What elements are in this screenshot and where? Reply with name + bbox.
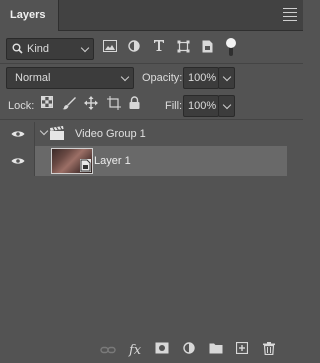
filter-kind-select[interactable]: Kind <box>6 38 94 60</box>
visibility-toggle[interactable] <box>0 146 35 176</box>
pixel-filter-icon[interactable] <box>103 40 119 56</box>
opacity-dropdown-button[interactable] <box>218 67 235 89</box>
chevron-down-icon <box>222 100 232 110</box>
smart-object-icon <box>80 159 91 172</box>
adjustment-layer-icon[interactable] <box>183 342 199 358</box>
opacity-field[interactable]: 100% <box>183 67 219 89</box>
lock-image-icon[interactable] <box>62 96 78 112</box>
lock-position-icon[interactable] <box>84 96 100 112</box>
chevron-down-icon <box>222 72 232 82</box>
adjustment-filter-icon[interactable] <box>128 40 144 56</box>
eye-icon <box>11 130 25 138</box>
layer-style-icon[interactable]: fx <box>129 343 145 359</box>
shape-filter-icon[interactable] <box>177 40 193 56</box>
lock-artboard-icon[interactable] <box>107 96 123 112</box>
layer-name: Video Group 1 <box>75 128 146 140</box>
fill-label: Fill: <box>165 100 183 112</box>
video-group-icon <box>49 126 65 140</box>
tab-layers[interactable]: Layers <box>0 0 59 31</box>
layer-row-layer-1[interactable]: Layer 1 <box>0 146 303 176</box>
search-icon <box>12 43 23 54</box>
new-group-icon[interactable] <box>209 342 225 358</box>
eye-icon <box>11 157 25 165</box>
opacity-label: Opacity: <box>142 72 183 84</box>
chevron-down-icon <box>80 43 90 53</box>
lock-transparent-icon[interactable] <box>41 96 57 112</box>
layers-panel: Layers Kind Normal Opacity: 100% Lock: F… <box>0 0 303 363</box>
panel-menu-icon[interactable] <box>283 8 297 21</box>
chevron-down-icon <box>120 72 130 82</box>
panel-tab-bar: Layers <box>0 0 303 31</box>
visibility-toggle[interactable] <box>0 122 35 146</box>
tab-layers-label: Layers <box>10 9 46 21</box>
layer-row-video-group[interactable]: Video Group 1 <box>0 122 303 146</box>
lock-all-icon[interactable] <box>129 96 145 112</box>
filter-row: Kind <box>0 36 303 62</box>
fill-dropdown-button[interactable] <box>218 95 235 117</box>
divider <box>0 63 303 64</box>
layer-thumbnail <box>51 148 93 174</box>
filter-toggle[interactable] <box>226 38 236 58</box>
add-mask-icon[interactable] <box>155 342 171 358</box>
filter-kind-label: Kind <box>27 43 50 55</box>
new-layer-icon[interactable] <box>236 342 252 358</box>
link-layers-icon[interactable] <box>100 342 116 358</box>
layer-name: Layer 1 <box>94 155 131 167</box>
lock-label: Lock: <box>8 100 35 112</box>
fill-field[interactable]: 100% <box>183 95 219 117</box>
expand-chevron-icon[interactable] <box>39 126 49 136</box>
blend-mode-select[interactable]: Normal <box>6 67 134 89</box>
fill-value: 100% <box>188 100 217 112</box>
blend-mode-value: Normal <box>15 72 51 84</box>
delete-layer-icon[interactable] <box>263 342 279 358</box>
smart-object-filter-icon[interactable] <box>202 40 218 56</box>
type-filter-icon[interactable] <box>153 39 169 55</box>
panel-footer: fx <box>0 338 303 363</box>
opacity-value: 100% <box>188 72 217 84</box>
